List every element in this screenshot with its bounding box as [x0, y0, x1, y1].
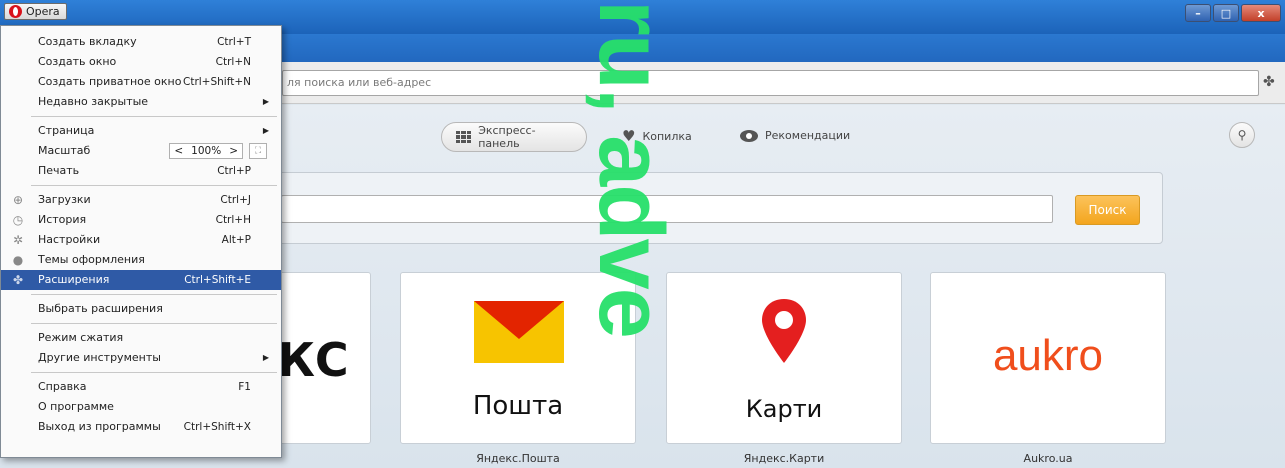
menu-item-shortcut: Ctrl+T [217, 36, 251, 48]
menu-item-label: Выход из программы [38, 420, 161, 433]
menu-item-shortcut: Ctrl+Shift+X [183, 421, 251, 433]
menu-item-shortcut: Alt+P [221, 234, 251, 246]
tile-caption: Яндекс.Пошта [476, 452, 560, 465]
menu-item-label: Недавно закрытые [38, 95, 149, 108]
menu-item-new-private-window[interactable]: Создать приватное окно Ctrl+Shift+N [1, 72, 281, 92]
menu-item-label: Выбрать расширения [38, 302, 163, 315]
menu-separator [31, 372, 277, 373]
menu-item-about[interactable]: О программе [1, 397, 281, 417]
tile-caption: Aukro.ua [1023, 452, 1073, 465]
drop-icon: ● [12, 253, 24, 267]
menu-item-recently-closed[interactable]: Недавно закрытые ▶ [1, 92, 281, 112]
menu-item-zoom: Масштаб < 100% > ⛶ [1, 141, 281, 161]
close-button[interactable]: x [1241, 4, 1281, 22]
opera-menu-label: Opera [26, 5, 60, 18]
menu-separator [31, 116, 277, 117]
menu-item-choose-extensions[interactable]: Выбрать расширения [1, 299, 281, 319]
menu-item-label: Страница [38, 124, 95, 137]
menu-item-shortcut: Ctrl+H [215, 214, 251, 226]
heart-icon: ♥ [622, 127, 636, 145]
menu-item-extensions[interactable]: ✤ Расширения Ctrl+Shift+E [1, 270, 281, 290]
menu-item-help[interactable]: Справка F1 [1, 377, 281, 397]
opera-logo-icon [9, 5, 22, 18]
menu-item-label: Загрузки [38, 193, 91, 206]
menu-item-shortcut: Ctrl+Shift+E [184, 274, 251, 286]
speed-dial-tile-mail[interactable]: Пошта [400, 272, 636, 444]
zoom-controls: < 100% > ⛶ [169, 141, 267, 161]
gear-icon: ✲ [12, 233, 24, 247]
clock-icon: ◷ [12, 213, 24, 227]
menu-item-label: Создать приватное окно [38, 75, 182, 88]
download-icon: ⊕ [12, 193, 24, 207]
menu-item-label: Справка [38, 380, 87, 393]
tile-title: Карти [745, 395, 823, 423]
aukro-logo: aukro [992, 331, 1104, 380]
maximize-button[interactable]: □ [1213, 4, 1239, 22]
menu-item-shortcut: F1 [238, 381, 251, 393]
menu-item-new-window[interactable]: Создать окно Ctrl+N [1, 52, 281, 72]
menu-item-label: Настройки [38, 233, 101, 246]
tab-stash[interactable]: ♥ Копилка [622, 129, 692, 144]
menu-item-shortcut: Ctrl+J [220, 194, 251, 206]
menu-item-turbo[interactable]: Режим сжатия [1, 328, 281, 348]
zoom-stepper: < 100% > [169, 143, 243, 159]
eye-icon [740, 129, 758, 142]
menu-item-history[interactable]: ◷ История Ctrl+H [1, 210, 281, 230]
window-controls: – □ x [1185, 4, 1281, 22]
puzzle-icon: ✤ [12, 273, 24, 287]
menu-item-label: Режим сжатия [38, 331, 124, 344]
express-panel-label: Экспресс-панель [478, 124, 536, 150]
menu-item-print[interactable]: Печать Ctrl+P [1, 161, 281, 181]
menu-item-settings[interactable]: ✲ Настройки Alt+P [1, 230, 281, 250]
map-pin-icon [762, 299, 806, 363]
submenu-arrow-icon: ▶ [262, 353, 269, 362]
zoom-in-button[interactable]: > [229, 144, 238, 158]
tile-caption: Яндекс.Карти [743, 452, 825, 465]
search-icon[interactable]: ⚲ [1229, 122, 1255, 148]
menu-item-other-tools[interactable]: Другие инструменты ▶ [1, 348, 281, 368]
tab-recommendations[interactable]: Рекомендации [740, 129, 850, 142]
address-bar[interactable]: ля поиска или веб-адрес [282, 70, 1259, 96]
menu-item-shortcut: Ctrl+N [215, 56, 251, 68]
menu-item-downloads[interactable]: ⊕ Загрузки Ctrl+J [1, 190, 281, 210]
menu-item-shortcut: Ctrl+Shift+N [183, 76, 251, 88]
menu-separator [31, 294, 277, 295]
zoom-value: 100% [191, 145, 222, 157]
menu-item-label: Создать вкладку [38, 35, 137, 48]
speed-dial-tile-maps[interactable]: Карти [666, 272, 902, 444]
minimize-button[interactable]: – [1185, 4, 1211, 22]
zoom-out-button[interactable]: < [174, 144, 183, 158]
menu-item-label: Масштаб [38, 144, 91, 157]
recommendations-label: Рекомендации [765, 129, 851, 142]
menu-item-label: Расширения [38, 273, 110, 286]
menu-item-label: Создать окно [38, 55, 117, 68]
search-panel: Поиск [250, 172, 1163, 244]
menu-item-label: История [38, 213, 87, 226]
extensions-puzzle-icon[interactable]: ✤ [1263, 74, 1275, 90]
tile-title: Пошта [472, 391, 564, 421]
menu-item-label: О программе [38, 400, 114, 413]
menu-item-page[interactable]: Страница ▶ [1, 121, 281, 141]
submenu-arrow-icon: ▶ [262, 126, 269, 135]
menu-item-themes[interactable]: ● Темы оформления [1, 250, 281, 270]
menu-item-label: Темы оформления [38, 253, 145, 266]
menu-item-exit[interactable]: Выход из программы Ctrl+Shift+X [1, 417, 281, 437]
menu-separator [31, 185, 277, 186]
menu-item-new-tab[interactable]: Создать вкладку Ctrl+T [1, 32, 281, 52]
envelope-icon [474, 301, 564, 363]
menu-item-label: Другие инструменты [38, 351, 161, 364]
menu-item-label: Печать [38, 164, 80, 177]
speed-dial-tile-aukro[interactable]: aukro [930, 272, 1166, 444]
menu-separator [31, 323, 277, 324]
submenu-arrow-icon: ▶ [262, 97, 269, 106]
fullscreen-icon[interactable]: ⛶ [249, 143, 267, 159]
search-button[interactable]: Поиск [1075, 195, 1140, 225]
stash-label: Копилка [642, 130, 692, 143]
opera-main-menu: Создать вкладку Ctrl+T Создать окно Ctrl… [0, 25, 282, 458]
grid-icon [456, 131, 472, 143]
search-input[interactable] [281, 195, 1053, 223]
menu-item-shortcut: Ctrl+P [217, 165, 251, 177]
opera-menu-button[interactable]: Opera [4, 3, 67, 20]
tab-express-panel[interactable]: Экспресс-панель [441, 122, 587, 152]
